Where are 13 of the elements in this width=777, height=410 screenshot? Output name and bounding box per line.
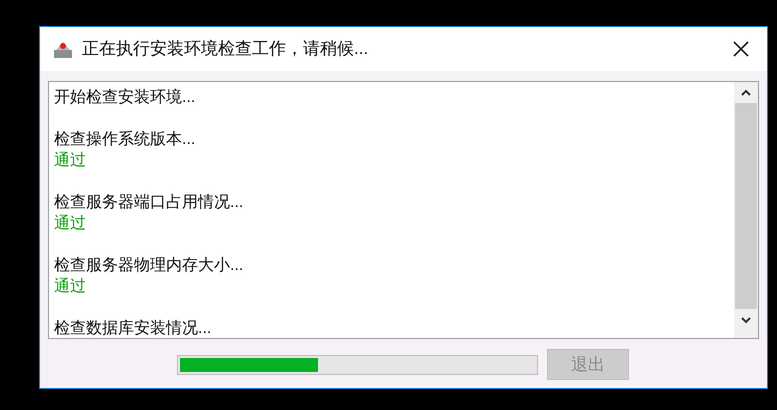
scroll-thumb[interactable] [735, 103, 757, 309]
log-line: 检查操作系统版本... [54, 130, 196, 150]
log-line: 开始检查安装环境... [54, 88, 196, 108]
scroll-up-icon[interactable] [741, 89, 751, 96]
log-line: 检查服务器端口占用情况... [54, 192, 244, 213]
window-title: 正在执行安装环境检查工作，请稍候... [82, 38, 370, 60]
check-result: 通过 [54, 150, 86, 171]
log-line: 检查服务器物理内存大小... [54, 256, 244, 276]
scroll-down-icon[interactable] [741, 317, 751, 324]
check-result: 通过 [54, 276, 86, 297]
log-line: 检查数据库安装情况... [54, 318, 212, 338]
scrollbar[interactable] [734, 82, 758, 338]
check-result: 通过 [54, 214, 86, 234]
